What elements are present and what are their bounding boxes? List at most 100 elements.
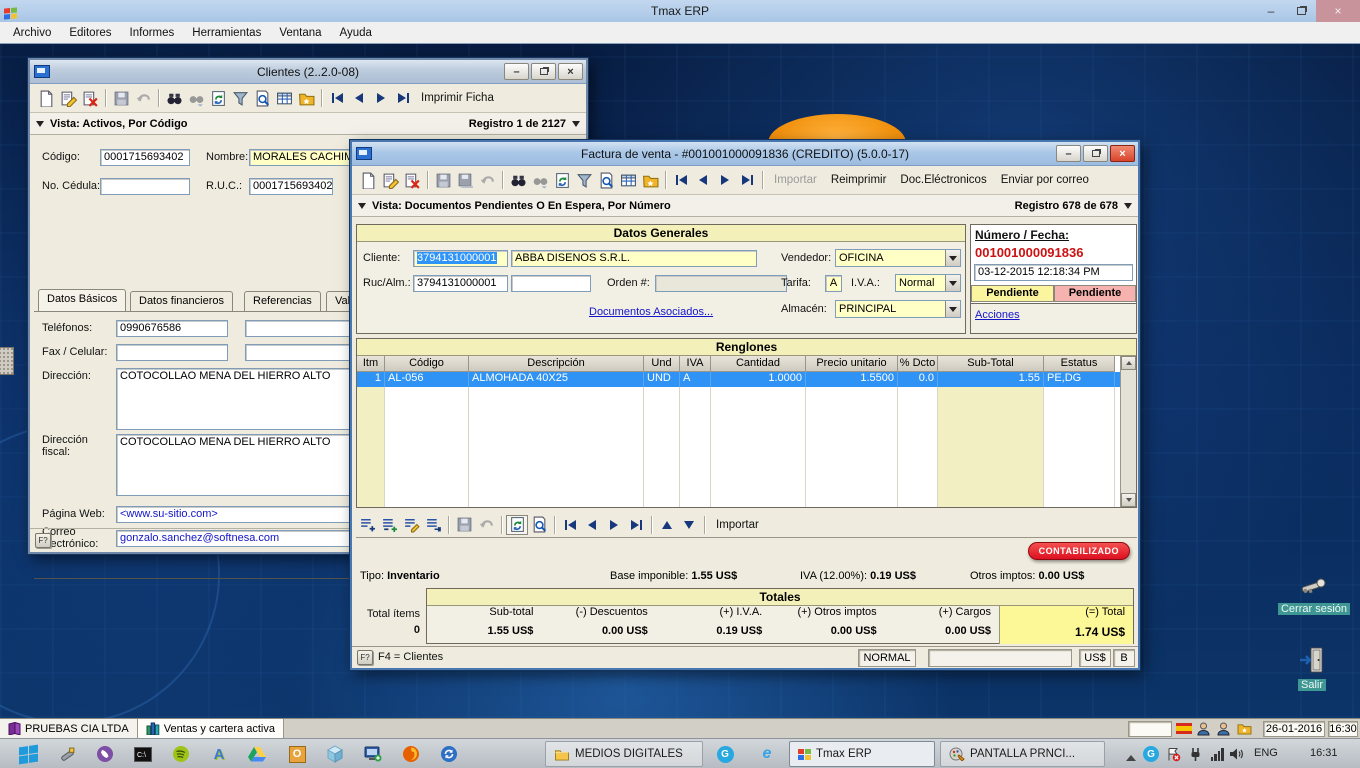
special-folder-icon[interactable] <box>295 88 317 108</box>
nav-previous-icon[interactable] <box>348 88 370 108</box>
dropdown-arrow-icon[interactable] <box>945 301 960 317</box>
col-header[interactable]: Itm <box>357 356 385 372</box>
save-all-icon[interactable] <box>454 170 476 190</box>
taskbar-firefox-icon[interactable] <box>400 744 422 764</box>
cedula-field[interactable] <box>100 178 190 195</box>
taskbar-update-icon[interactable] <box>438 744 460 764</box>
delete-line-icon[interactable] <box>422 515 444 535</box>
taskbar-remote-desktop-icon[interactable] <box>362 744 384 764</box>
telefonos-field-1[interactable]: 0990676586 <box>116 320 228 337</box>
company-tab-ventas[interactable]: Ventas y cartera activa <box>138 719 284 739</box>
renglones-vertical-scrollbar[interactable] <box>1120 356 1136 507</box>
taskbar-button-pantalla[interactable]: PANTALLA PRNCI... <box>940 741 1105 767</box>
menu-ventana[interactable]: Ventana <box>270 27 330 39</box>
col-header[interactable]: Estatus <box>1044 356 1115 372</box>
scroll-down-icon[interactable] <box>1121 493 1136 507</box>
shortcut-salir[interactable]: Salir <box>1284 646 1340 691</box>
web-field[interactable]: <www.su-sitio.com> <box>116 506 375 523</box>
tab-datos-basicos[interactable]: Datos Básicos <box>38 289 126 311</box>
start-button[interactable] <box>8 743 48 765</box>
save-icon[interactable] <box>432 170 454 190</box>
fkey-help-icon[interactable]: F? <box>357 650 373 665</box>
tab-referencias[interactable]: Referencias <box>244 291 321 311</box>
new-record-icon[interactable] <box>35 88 57 108</box>
taskbar-ie-icon[interactable]: e <box>756 744 778 764</box>
fkey-help-icon[interactable]: F? <box>35 533 51 548</box>
factura-titlebar[interactable]: Factura de venta - #001001000091836 (CRE… <box>352 142 1138 166</box>
reimprimir-button[interactable]: Reimprimir <box>824 174 894 186</box>
importar-button[interactable]: Importar <box>767 174 824 186</box>
nav-next-icon[interactable] <box>714 170 736 190</box>
clientes-minimize-button[interactable]: – <box>504 63 529 80</box>
filter-icon[interactable] <box>229 88 251 108</box>
user-icon[interactable] <box>1217 722 1230 739</box>
taskbar-button-medios[interactable]: MEDIOS DIGITALES <box>545 741 703 767</box>
new-record-icon[interactable] <box>357 170 379 190</box>
col-header[interactable]: % Dcto <box>898 356 938 372</box>
main-close-button[interactable]: × <box>1316 0 1360 22</box>
menu-informes[interactable]: Informes <box>121 27 184 39</box>
clientes-vista-bar[interactable]: Vista: Activos, Por Código Registro 1 de… <box>30 113 586 135</box>
dropdown-arrow-icon[interactable] <box>945 275 960 291</box>
main-restore-button[interactable] <box>1286 0 1316 22</box>
special-folder-icon[interactable] <box>1237 722 1252 738</box>
enviar-correo-button[interactable]: Enviar por correo <box>994 174 1096 186</box>
acciones-link[interactable]: Acciones <box>975 309 1020 321</box>
nav-previous-icon[interactable] <box>692 170 714 190</box>
menu-herramientas[interactable]: Herramientas <box>183 27 270 39</box>
company-tab-pruebas[interactable]: PRUEBAS CIA LTDA <box>0 719 138 739</box>
nav-first-icon[interactable] <box>670 170 692 190</box>
undo-icon[interactable] <box>132 88 154 108</box>
tray-action-center-icon[interactable] <box>1162 744 1184 764</box>
col-header[interactable]: Código <box>385 356 469 372</box>
col-header[interactable]: Cantidad <box>711 356 806 372</box>
find-icon[interactable] <box>163 88 185 108</box>
direccion-fiscal-textarea[interactable]: COTOCOLLAO MENA DEL HIERRO ALTO <box>116 434 375 496</box>
taskbar-tools-icon[interactable] <box>56 744 78 764</box>
clientes-titlebar[interactable]: Clientes (2..2.0-08) – × <box>30 60 586 84</box>
col-header[interactable]: Precio unitario <box>806 356 898 372</box>
taskbar-cube-icon[interactable] <box>324 744 346 764</box>
importar-lineas-button[interactable]: Importar <box>709 519 766 531</box>
documentos-asociados-link[interactable]: Documentos Asociados... <box>589 306 713 318</box>
col-header[interactable]: Sub-Total <box>938 356 1044 372</box>
preview-icon[interactable] <box>595 170 617 190</box>
line-first-icon[interactable] <box>559 515 581 535</box>
refresh-icon[interactable] <box>207 88 229 108</box>
registro-dropdown-icon[interactable] <box>1124 203 1132 209</box>
table-view-icon[interactable] <box>273 88 295 108</box>
line-last-icon[interactable] <box>625 515 647 535</box>
preview-line-icon[interactable] <box>528 515 550 535</box>
move-line-up-icon[interactable] <box>656 515 678 535</box>
shortcut-cerrar-sesion[interactable]: Cerrar sesión <box>1276 576 1352 615</box>
col-header[interactable]: Und <box>644 356 680 372</box>
codigo-field[interactable]: 0001715693402 <box>100 149 190 166</box>
tray-g-icon[interactable] <box>1140 744 1162 764</box>
undo-icon[interactable] <box>476 170 498 190</box>
vendedor-combo[interactable]: OFICINA <box>835 249 961 267</box>
nav-first-icon[interactable] <box>326 88 348 108</box>
taskbar-button-tmax[interactable]: Tmax ERP <box>789 741 935 767</box>
doc-electronicos-button[interactable]: Doc.Eléctronicos <box>893 174 993 186</box>
save-icon[interactable] <box>453 515 475 535</box>
delete-record-icon[interactable] <box>401 170 423 190</box>
cliente-nombre-field[interactable]: ABBA DISENOS S.R.L. <box>511 250 757 267</box>
factura-vista-bar[interactable]: Vista: Documentos Pendientes O En Espera… <box>352 195 1138 217</box>
imprimir-ficha-button[interactable]: Imprimir Ficha <box>414 92 501 104</box>
taskbar-viber-icon[interactable] <box>94 744 116 764</box>
col-header[interactable]: IVA <box>680 356 711 372</box>
table-view-icon[interactable] <box>617 170 639 190</box>
insert-line-icon[interactable] <box>378 515 400 535</box>
tray-language[interactable]: ENG <box>1254 747 1278 759</box>
tarifa-field[interactable]: A <box>825 275 842 292</box>
orden-field[interactable] <box>655 275 787 292</box>
taskbar-g-icon[interactable] <box>714 744 736 764</box>
factura-close-button[interactable]: × <box>1110 145 1135 162</box>
find-next-icon[interactable] <box>529 170 551 190</box>
add-line-icon[interactable] <box>356 515 378 535</box>
almacen-codigo-field[interactable] <box>511 275 591 292</box>
dropdown-arrow-icon[interactable] <box>945 250 960 266</box>
save-icon[interactable] <box>110 88 132 108</box>
fax-field-1[interactable] <box>116 344 228 361</box>
nav-last-icon[interactable] <box>736 170 758 190</box>
